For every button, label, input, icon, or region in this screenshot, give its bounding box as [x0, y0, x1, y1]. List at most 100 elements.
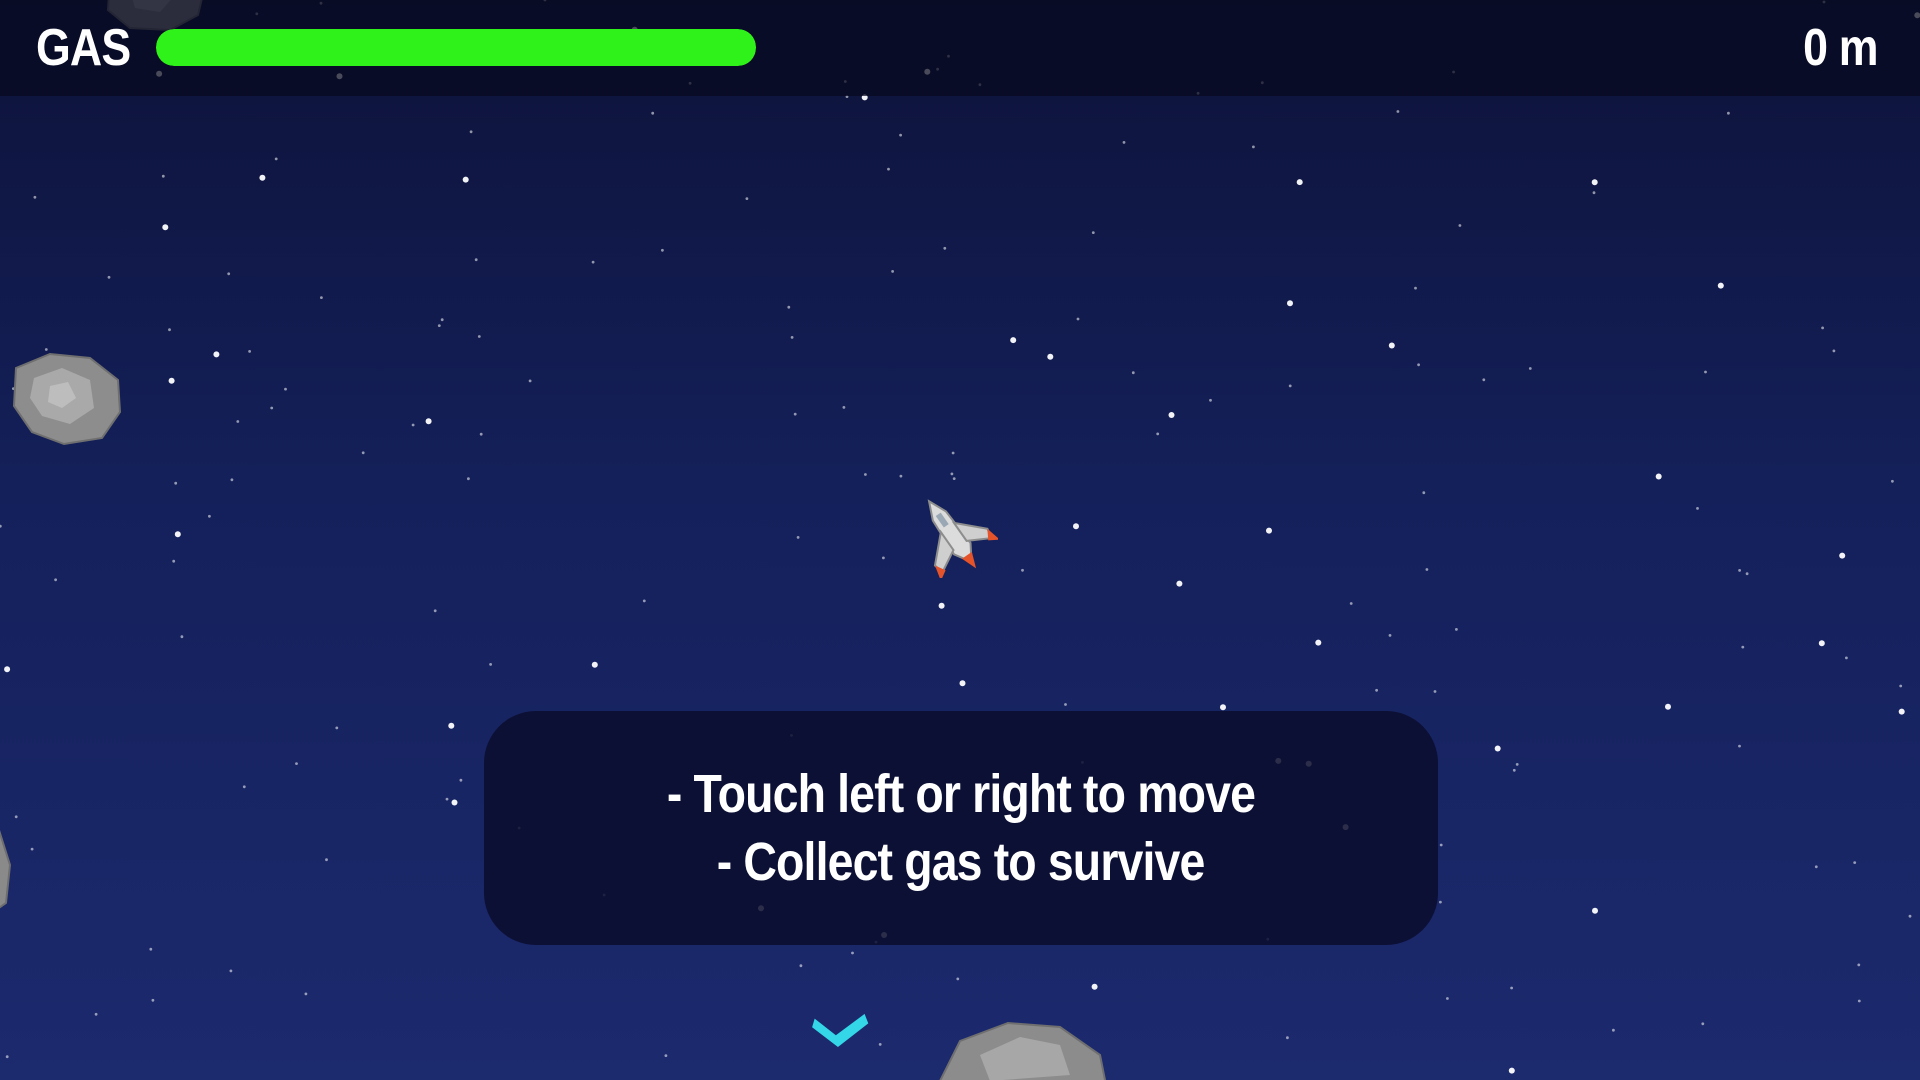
star [180, 635, 184, 639]
star [1288, 384, 1292, 388]
star [361, 451, 365, 455]
star [1220, 704, 1226, 711]
star [851, 951, 854, 955]
star [459, 778, 463, 782]
star [1738, 569, 1741, 572]
star [227, 272, 231, 276]
star [304, 992, 308, 996]
gas-label: GAS [36, 19, 131, 77]
star [899, 474, 903, 478]
star [1727, 111, 1730, 115]
star [1396, 110, 1400, 113]
star [54, 578, 57, 582]
star [1422, 491, 1426, 495]
star [30, 847, 34, 851]
star [236, 420, 240, 423]
star [790, 336, 794, 339]
star [651, 111, 655, 115]
star [94, 1012, 98, 1016]
star [151, 998, 155, 1002]
star [168, 377, 175, 384]
star [448, 722, 455, 729]
star [1414, 286, 1417, 290]
star [1494, 745, 1501, 752]
star [1388, 634, 1392, 637]
star [959, 680, 966, 687]
star [943, 246, 947, 250]
star [1446, 997, 1449, 1000]
star [899, 133, 902, 137]
star [1717, 282, 1724, 289]
star [325, 858, 328, 862]
asteroid-icon [939, 1021, 1107, 1080]
star [951, 451, 955, 455]
star [1168, 412, 1175, 418]
star [950, 472, 954, 476]
star [1839, 552, 1846, 559]
star [174, 481, 178, 485]
star [5, 1055, 9, 1059]
star [952, 477, 956, 480]
star [864, 473, 867, 476]
star [1857, 999, 1861, 1003]
star [162, 224, 169, 231]
star [33, 195, 37, 199]
star [161, 174, 165, 178]
star [208, 514, 211, 518]
star [1176, 580, 1183, 587]
star [1612, 1028, 1615, 1032]
star [1073, 523, 1079, 530]
star [591, 260, 595, 264]
star [1741, 645, 1745, 649]
instructions-panel: - Touch left or right to move - Collect … [484, 711, 1438, 945]
star [1209, 398, 1212, 402]
instruction-move: - Touch left or right to move [666, 764, 1256, 824]
star [1388, 342, 1395, 349]
star [1592, 907, 1598, 914]
star [469, 130, 473, 134]
star [1349, 602, 1353, 605]
star [664, 1054, 668, 1057]
star [259, 174, 266, 181]
star [1417, 363, 1420, 367]
star [799, 964, 803, 968]
star [1091, 983, 1098, 990]
star [168, 328, 171, 332]
star [477, 335, 481, 338]
star [1091, 231, 1095, 235]
star [1515, 763, 1519, 766]
star [1655, 473, 1662, 480]
asteroid-icon [0, 830, 12, 909]
star [462, 176, 469, 183]
star [411, 423, 415, 427]
star [528, 379, 532, 383]
star [242, 785, 246, 789]
star [1021, 568, 1024, 572]
star [938, 602, 945, 609]
star [956, 977, 960, 981]
star [1592, 191, 1596, 195]
star [1696, 507, 1699, 510]
star [1898, 708, 1905, 715]
star [295, 762, 298, 765]
star [335, 726, 339, 730]
star [230, 478, 234, 482]
star [0, 524, 2, 528]
star [842, 406, 846, 409]
instruction-gas: - Collect gas to survive [717, 832, 1206, 892]
star [1252, 145, 1255, 149]
star [1156, 432, 1160, 436]
star [107, 275, 111, 279]
star [661, 248, 664, 252]
star [440, 318, 444, 322]
star [14, 815, 18, 819]
star [474, 258, 478, 262]
star [1010, 337, 1017, 344]
star [320, 296, 323, 299]
star [1064, 703, 1067, 706]
star [1857, 963, 1861, 967]
star [1891, 479, 1894, 483]
star [1821, 326, 1824, 330]
star [1315, 639, 1322, 646]
game-canvas[interactable]: GAS 0 m - Touch left or right to move - … [0, 0, 1920, 1080]
